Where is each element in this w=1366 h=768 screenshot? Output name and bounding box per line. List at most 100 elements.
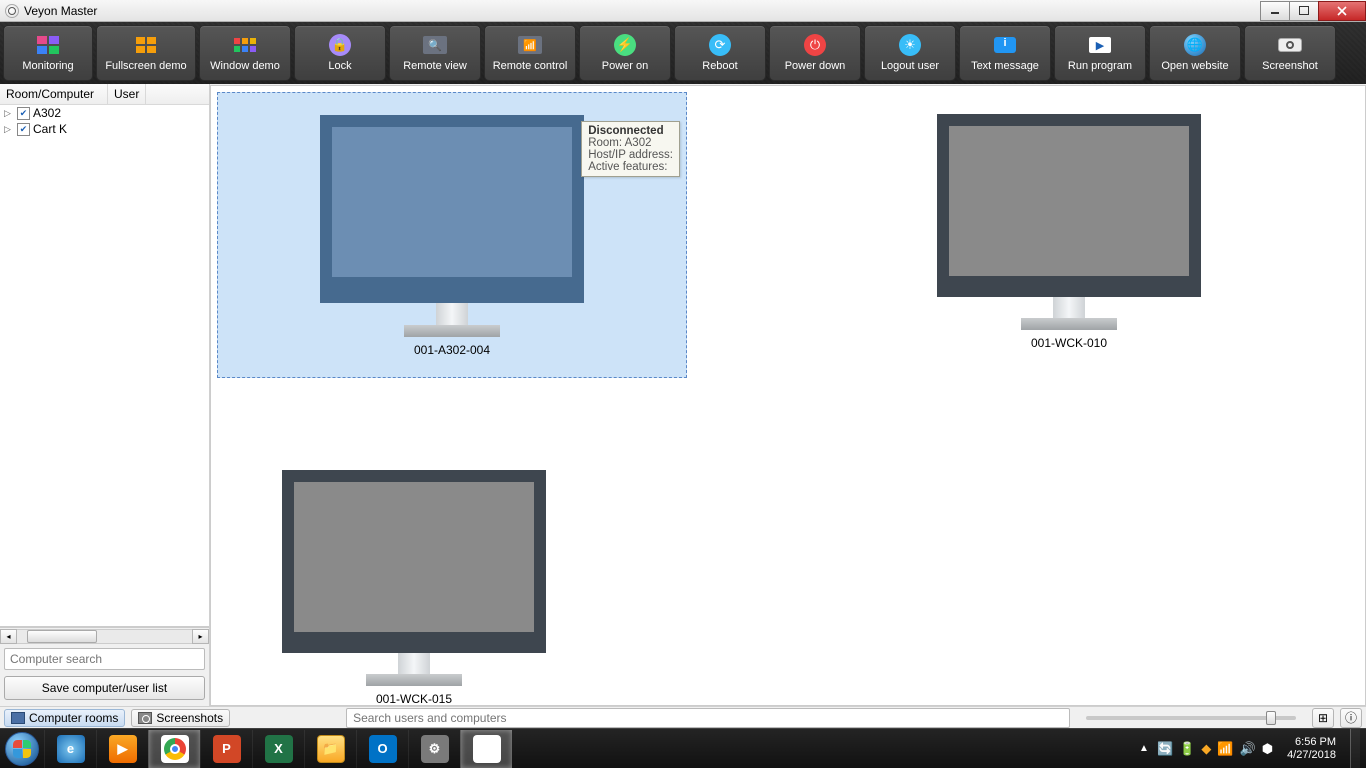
- text-message-button[interactable]: i Text message: [959, 25, 1051, 81]
- computer-search-input[interactable]: [4, 648, 205, 670]
- antivirus-icon[interactable]: ◆: [1201, 741, 1211, 757]
- network-icon[interactable]: 📶: [1217, 741, 1233, 757]
- panel-computer-rooms[interactable]: Computer rooms: [4, 709, 125, 727]
- taskbar-veyon[interactable]: 👁: [460, 730, 512, 768]
- tree-row[interactable]: ▷ Cart K: [0, 121, 209, 137]
- tree-col-room[interactable]: Room/Computer: [0, 84, 108, 104]
- power-on-icon: ⚡: [613, 34, 637, 56]
- global-search-input[interactable]: [346, 708, 1070, 728]
- toolbar-label: Screenshot: [1262, 60, 1318, 72]
- toolbar-label: Open website: [1161, 60, 1228, 72]
- window-title: Veyon Master: [24, 4, 97, 18]
- lock-button[interactable]: 🔒 Lock: [294, 25, 386, 81]
- window-minimize-button[interactable]: [1260, 1, 1290, 21]
- checkbox[interactable]: [17, 123, 30, 136]
- toolbar-label: Remote view: [403, 60, 467, 72]
- save-list-button[interactable]: Save computer/user list: [4, 676, 205, 700]
- view-mode-button[interactable]: ⊞: [1312, 708, 1334, 728]
- scroll-left-button[interactable]: ◂: [0, 629, 17, 644]
- checkbox[interactable]: [17, 107, 30, 120]
- scroll-right-button[interactable]: ▸: [192, 629, 209, 644]
- tree-hscrollbar[interactable]: ◂ ▸: [0, 627, 209, 644]
- reboot-icon: ⟳: [708, 34, 732, 56]
- remote-control-icon: 📶: [518, 34, 542, 56]
- zoom-thumb[interactable]: [1266, 711, 1276, 725]
- battery-icon[interactable]: 🔋: [1179, 741, 1195, 757]
- system-tray[interactable]: 🔄 🔋 ◆ 📶 🔊 ⬢: [1157, 741, 1273, 757]
- tree-col-user[interactable]: User: [108, 84, 146, 104]
- scroll-thumb[interactable]: [27, 630, 97, 643]
- scroll-track[interactable]: [17, 629, 192, 644]
- sidebar: Room/Computer User ▷ A302 ▷ Cart K ◂ ▸ S…: [0, 84, 210, 706]
- toolbar-label: Lock: [328, 60, 351, 72]
- sync-icon[interactable]: 🔄: [1157, 741, 1173, 757]
- monitor-icon: [282, 470, 546, 653]
- power-on-button[interactable]: ⚡ Power on: [579, 25, 671, 81]
- toolbar-label: Window demo: [210, 60, 280, 72]
- remote-control-button[interactable]: 📶 Remote control: [484, 25, 576, 81]
- run-icon: ▶: [1088, 34, 1112, 56]
- panel-screenshots[interactable]: Screenshots: [131, 709, 230, 727]
- window-demo-button[interactable]: Window demo: [199, 25, 291, 81]
- monitor-icon: [937, 114, 1201, 297]
- taskbar-media-player[interactable]: ▶: [96, 730, 148, 768]
- grid-color-icon: [233, 34, 257, 56]
- room-tree[interactable]: ▷ A302 ▷ Cart K: [0, 105, 209, 627]
- grid-icon: [134, 34, 158, 56]
- volume-icon[interactable]: 🔊: [1240, 741, 1256, 757]
- tree-item-label: A302: [33, 106, 61, 120]
- remote-view-icon: 🔍: [423, 34, 447, 56]
- open-website-button[interactable]: 🌐 Open website: [1149, 25, 1241, 81]
- main-toolbar: Monitoring Fullscreen demo Window demo 🔒…: [0, 22, 1366, 84]
- power-down-button[interactable]: ⏻ Power down: [769, 25, 861, 81]
- taskbar-excel[interactable]: X: [252, 730, 304, 768]
- toolbar-label: Text message: [971, 60, 1039, 72]
- tray-expand-icon[interactable]: ▲: [1139, 743, 1149, 754]
- reboot-button[interactable]: ⟳ Reboot: [674, 25, 766, 81]
- tooltip-status: Disconnected: [588, 125, 663, 137]
- computer-tile[interactable]: 001-WCK-010: [937, 92, 1201, 350]
- taskbar-chrome[interactable]: [148, 730, 200, 768]
- bottom-panel-strip: Computer rooms Screenshots ⊞ ⓘ: [0, 706, 1366, 728]
- dropbox-icon[interactable]: ⬢: [1262, 741, 1273, 757]
- toolbar-label: Power down: [785, 60, 846, 72]
- tree-row[interactable]: ▷ A302: [0, 105, 209, 121]
- computer-tile[interactable]: 001-WCK-015: [282, 448, 546, 706]
- screenshots-icon: [138, 712, 152, 724]
- computer-label: 001-A302-004: [414, 343, 490, 357]
- start-button[interactable]: [0, 729, 44, 768]
- rooms-icon: [11, 712, 25, 724]
- monitor-icon: [320, 115, 584, 303]
- show-desktop-button[interactable]: [1350, 729, 1360, 768]
- expand-icon[interactable]: ▷: [4, 108, 14, 119]
- monitoring-button[interactable]: Monitoring: [3, 25, 93, 81]
- fullscreen-demo-button[interactable]: Fullscreen demo: [96, 25, 196, 81]
- taskbar-settings[interactable]: ⚙: [408, 730, 460, 768]
- taskbar-ie[interactable]: e: [44, 730, 96, 768]
- expand-icon[interactable]: ▷: [4, 124, 14, 135]
- run-program-button[interactable]: ▶ Run program: [1054, 25, 1146, 81]
- taskbar-clock[interactable]: 6:56 PM 4/27/2018: [1281, 736, 1342, 762]
- toolbar-label: Power on: [602, 60, 648, 72]
- status-tooltip: Disconnected Room: A302 Host/IP address:…: [581, 121, 680, 177]
- logout-icon: ☀: [898, 34, 922, 56]
- taskbar-outlook[interactable]: O: [356, 730, 408, 768]
- screenshot-button[interactable]: Screenshot: [1244, 25, 1336, 81]
- remote-view-button[interactable]: 🔍 Remote view: [389, 25, 481, 81]
- globe-icon: 🌐: [1183, 34, 1207, 56]
- toolbar-label: Remote control: [493, 60, 568, 72]
- zoom-slider[interactable]: [1086, 716, 1296, 720]
- computer-tile[interactable]: 001-A302-004 Disconnected Room: A302 Hos…: [217, 92, 687, 378]
- logout-user-button[interactable]: ☀ Logout user: [864, 25, 956, 81]
- window-close-button[interactable]: [1318, 1, 1366, 21]
- computer-grid-area: 001-A302-004 Disconnected Room: A302 Hos…: [210, 85, 1366, 706]
- toolbar-label: Reboot: [702, 60, 737, 72]
- tree-item-label: Cart K: [33, 122, 67, 136]
- computer-label: 001-WCK-010: [1031, 336, 1107, 350]
- window-titlebar: Veyon Master: [0, 0, 1366, 22]
- taskbar-powerpoint[interactable]: P: [200, 730, 252, 768]
- info-button[interactable]: ⓘ: [1340, 708, 1362, 728]
- toolbar-label: Fullscreen demo: [105, 60, 186, 72]
- window-maximize-button[interactable]: [1289, 1, 1319, 21]
- taskbar-explorer[interactable]: 📁: [304, 730, 356, 768]
